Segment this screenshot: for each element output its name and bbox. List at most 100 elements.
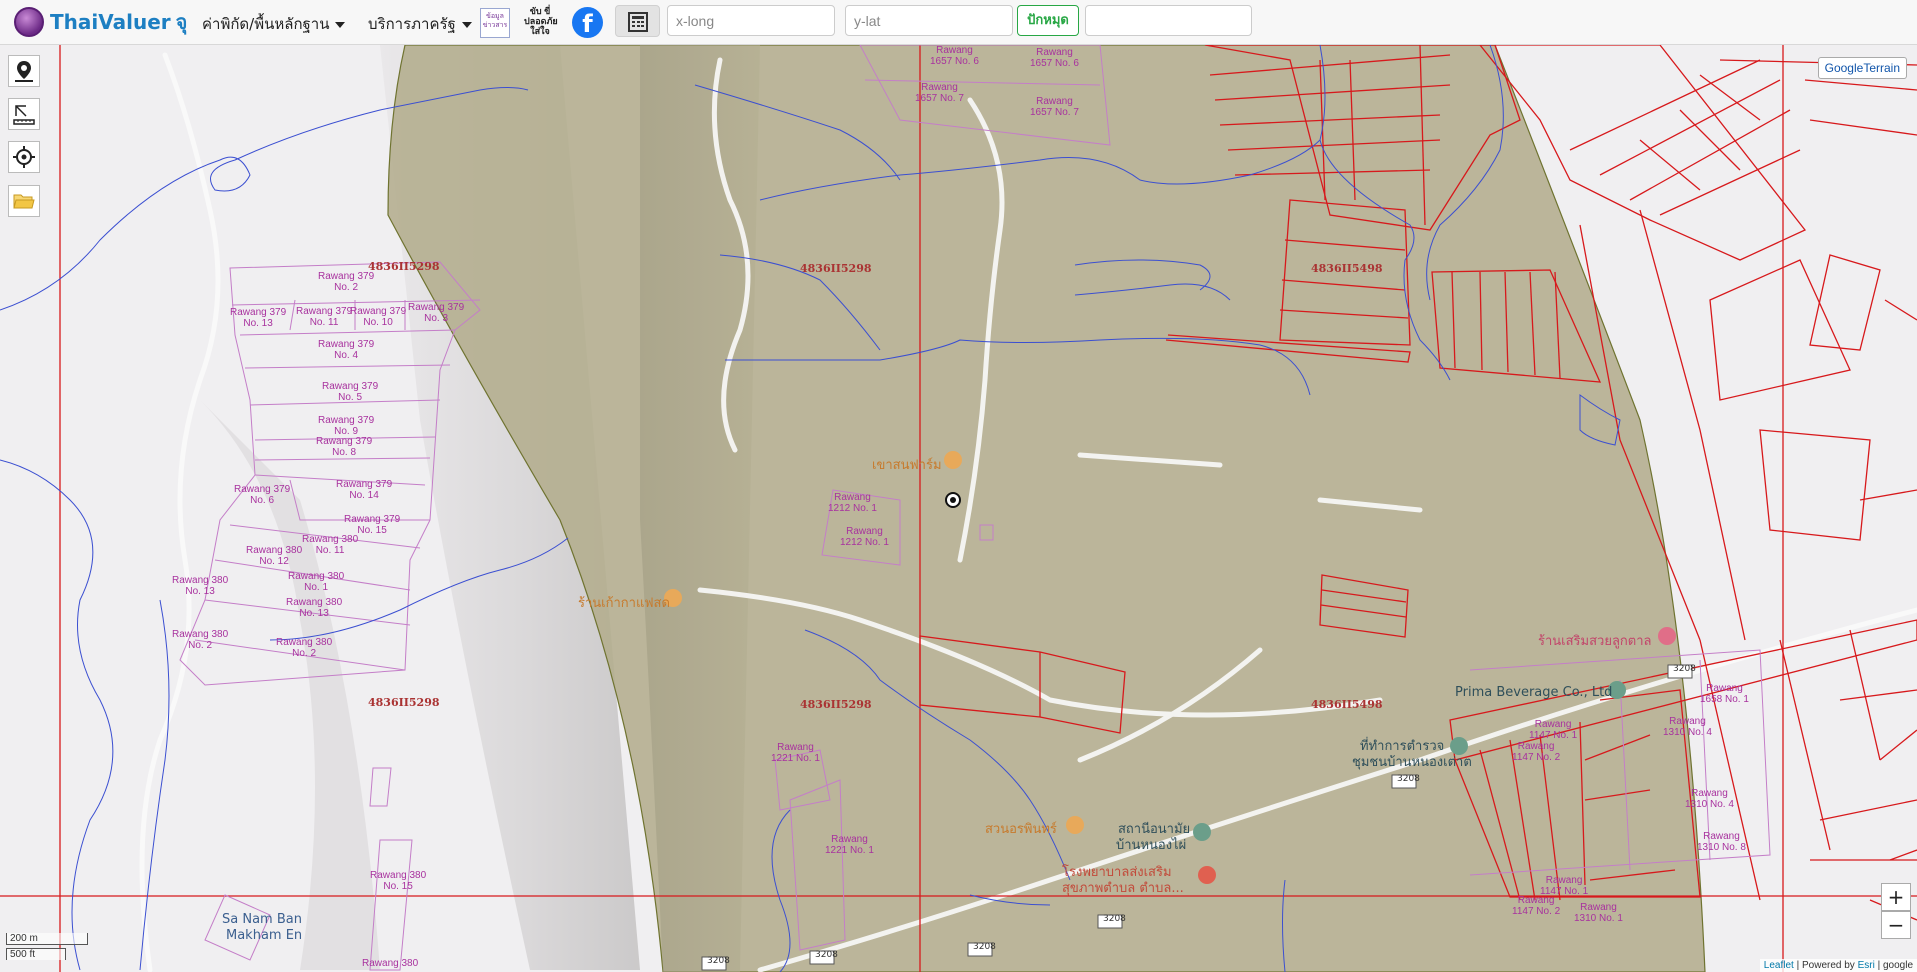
village-label-1: Sa Nam Ban bbox=[222, 912, 302, 927]
parcel-label: Rawang 380 bbox=[302, 534, 359, 545]
parcel-label: Rawang bbox=[1669, 716, 1706, 727]
parcel-label: Rawang 380 bbox=[288, 571, 345, 582]
caret-down-icon bbox=[335, 21, 346, 28]
parcel-label: No. 14 bbox=[349, 490, 379, 501]
brand-name: ThaiValuer bbox=[50, 10, 171, 34]
poi-label-garden: สวนอรพินทร์ bbox=[985, 822, 1057, 837]
zoom-in-button[interactable]: + bbox=[1881, 883, 1911, 911]
pin-button[interactable]: ปักหมุด bbox=[1017, 5, 1079, 36]
zoom-out-button[interactable]: − bbox=[1881, 911, 1911, 939]
parcel-label: 1147 No. 1 bbox=[1529, 730, 1578, 741]
calculator-icon bbox=[628, 12, 648, 32]
parcel-label: Rawang 379 bbox=[344, 514, 401, 525]
parcel-label: Rawang bbox=[936, 45, 973, 56]
parcel-label: Rawang bbox=[1545, 875, 1583, 886]
menu-services-label: บริการภาครัฐ bbox=[368, 15, 456, 33]
parcel-label: 1212 No. 1 bbox=[840, 537, 889, 548]
brand-logo-icon bbox=[14, 7, 44, 37]
parcel-label: 1221 No. 1 bbox=[771, 753, 820, 764]
parcel-label: No. 11 bbox=[309, 317, 339, 328]
parcel-label: Rawang bbox=[1517, 741, 1555, 752]
parcel-label: No. 2 bbox=[334, 282, 359, 293]
poi-label-station-2: บ้านหนองไผ่ bbox=[1116, 838, 1187, 853]
poi-label-restaurant: ร้านเสริมสวยลูกตาล bbox=[1538, 634, 1652, 649]
poi-label-cafe: ร้านเก้ากาแฟสด bbox=[578, 596, 670, 611]
parcel-label: No. 5 bbox=[338, 392, 363, 403]
locate-button[interactable] bbox=[8, 141, 40, 173]
parcel-label: Rawang bbox=[1703, 831, 1740, 842]
leaflet-link[interactable]: Leaflet bbox=[1764, 960, 1794, 971]
parcel-label: Rawang bbox=[1036, 47, 1073, 58]
parcel-label: No. 2 bbox=[292, 648, 317, 659]
extra-input[interactable] bbox=[1085, 5, 1252, 36]
parcel-label: 1657 No. 7 bbox=[915, 93, 964, 104]
parcel-label: Rawang bbox=[831, 834, 868, 845]
parcel-label: No. 15 bbox=[383, 881, 413, 892]
parcel-label: No. 12 bbox=[259, 556, 289, 567]
parcel-label: Rawang 379 bbox=[336, 479, 393, 490]
parcel-label: Rawang 380 bbox=[172, 629, 229, 640]
parcel-label: No. 2 bbox=[188, 640, 213, 651]
scale-feet: 500 ft bbox=[6, 948, 66, 960]
esri-link[interactable]: Esri bbox=[1858, 960, 1875, 971]
menu-price-dropdown[interactable]: ค่าพิกัด/พื้นหลักฐาน bbox=[202, 12, 346, 36]
info-logo-link[interactable]: ข้อมูลข่าวสาร bbox=[480, 8, 510, 38]
top-navbar: ThaiValuer จุ ค่าพิกัด/พื้นหลักฐาน บริกา… bbox=[0, 0, 1917, 45]
crosshair-icon bbox=[13, 146, 35, 168]
parcel-label: No. 3 bbox=[424, 313, 449, 324]
calculator-button[interactable] bbox=[615, 5, 660, 37]
safety-logo-link[interactable]: ขับ ขี่ปลอดภัย ใส่ใจ bbox=[524, 6, 558, 40]
facebook-icon[interactable]: f bbox=[572, 7, 603, 38]
parcel-label: 1658 No. 1 bbox=[1700, 694, 1749, 705]
parcel-label: 1212 No. 1 bbox=[828, 503, 877, 514]
map-canvas[interactable]: 3208 3208 3208 3208 3208 3208 4836II5298… bbox=[0, 45, 1917, 972]
parcel-label: No. 13 bbox=[185, 586, 215, 597]
parcel-label: No. 13 bbox=[299, 608, 329, 619]
add-marker-button[interactable] bbox=[8, 55, 40, 87]
parcel-label: Rawang bbox=[921, 82, 958, 93]
parcel-labels: Rawang 1657 No. 6 Rawang 1657 No. 6 Rawang… bbox=[0, 45, 1917, 972]
parcel-label: 1221 No. 1 bbox=[825, 845, 874, 856]
open-file-button[interactable] bbox=[8, 185, 40, 217]
parcel-label: No. 11 bbox=[315, 545, 345, 556]
x-long-input[interactable] bbox=[667, 5, 835, 36]
parcel-label: Rawang 379 bbox=[408, 302, 465, 313]
parcel-label: Rawang 380 bbox=[362, 958, 419, 969]
menu-services-dropdown[interactable]: บริการภาครัฐ bbox=[368, 12, 472, 36]
google-terrain-button[interactable]: GoogleTerrain bbox=[1817, 57, 1907, 79]
parcel-label: Rawang 379 bbox=[318, 271, 375, 282]
parcel-label: 1310 No. 1 bbox=[1574, 913, 1623, 924]
parcel-label: Rawang 379 bbox=[318, 339, 375, 350]
parcel-label: Rawang 379 bbox=[318, 415, 375, 426]
measure-button[interactable] bbox=[8, 98, 40, 130]
parcel-label: No. 1 bbox=[304, 582, 329, 593]
parcel-label: No. 6 bbox=[250, 495, 275, 506]
scale-meters: 200 m bbox=[6, 933, 88, 945]
parcel-label: 1147 No. 2 bbox=[1512, 906, 1561, 917]
parcel-label: Rawang bbox=[1534, 719, 1572, 730]
parcel-label: 1310 No. 4 bbox=[1663, 727, 1712, 738]
parcel-label: 1310 No. 4 bbox=[1685, 799, 1734, 810]
parcel-label: Rawang 379 bbox=[322, 381, 379, 392]
parcel-label: 1147 No. 2 bbox=[1512, 752, 1561, 763]
menu-price-label: ค่าพิกัด/พื้นหลักฐาน bbox=[202, 15, 330, 33]
parcel-label: Rawang 380 bbox=[286, 597, 343, 608]
y-lat-input[interactable] bbox=[845, 5, 1013, 36]
parcel-label: Rawang bbox=[777, 742, 814, 753]
parcel-label: Rawang bbox=[846, 526, 883, 537]
caret-down-icon bbox=[461, 21, 472, 28]
attribution-google: | google bbox=[1877, 960, 1913, 971]
parcel-label: Rawang bbox=[834, 492, 871, 503]
parcel-label: Rawang bbox=[1706, 683, 1743, 694]
parcel-label: 1310 No. 8 bbox=[1697, 842, 1746, 853]
parcel-label: Rawang bbox=[1580, 902, 1617, 913]
parcel-label: Rawang 379 bbox=[234, 484, 291, 495]
parcel-label: 1657 No. 7 bbox=[1030, 107, 1079, 118]
brand[interactable]: ThaiValuer จุ bbox=[14, 6, 187, 38]
parcel-label: Rawang 380 bbox=[172, 575, 229, 586]
village-label-2: Makham En bbox=[226, 928, 303, 943]
poi-label-farm: เขาสนฟาร์ม bbox=[872, 458, 942, 473]
parcel-label: No. 4 bbox=[334, 350, 359, 361]
parcel-label: Rawang 379 bbox=[350, 306, 407, 317]
folder-icon bbox=[13, 194, 35, 209]
